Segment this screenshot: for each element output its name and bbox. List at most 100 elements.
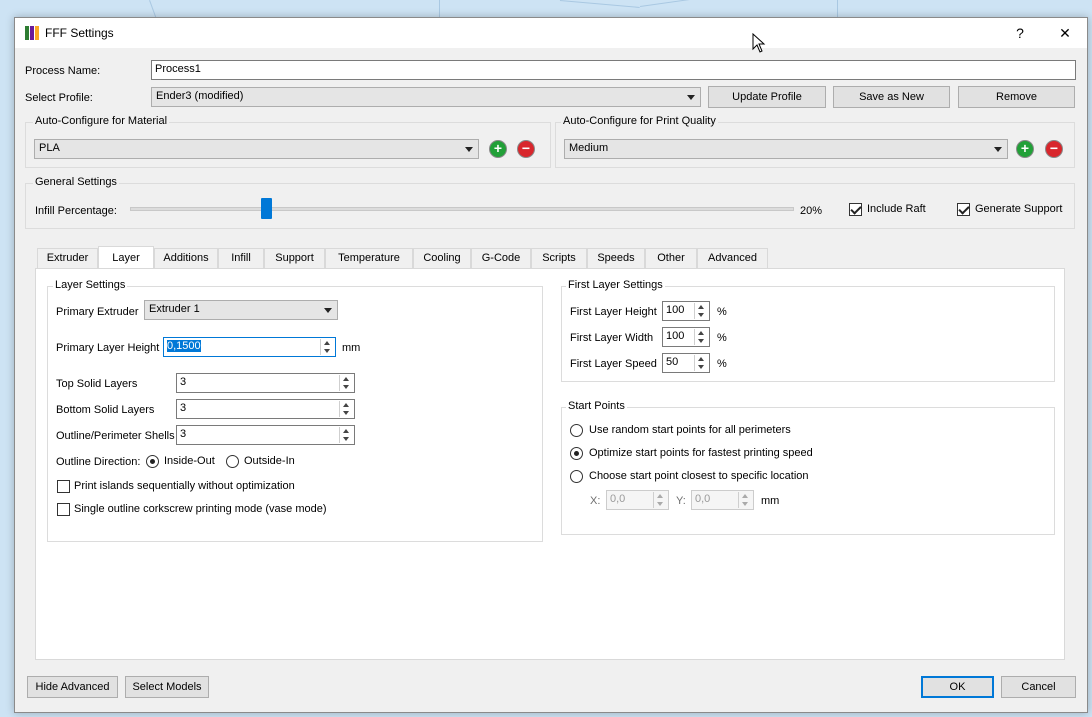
first-layer-speed-unit: % [717,358,727,370]
spin-arrows-icon[interactable] [694,329,708,345]
primary-layer-height-label: Primary Layer Height [56,342,160,354]
primary-layer-height-value[interactable]: 0,1500 [167,340,201,352]
first-layer-height-unit: % [717,306,727,318]
quality-group-title: Auto-Configure for Print Quality [561,115,718,127]
start-point-unit: mm [761,495,780,507]
tab-cooling[interactable]: Cooling [413,248,471,268]
spin-arrows-icon[interactable] [694,303,708,319]
quality-dropdown[interactable]: Medium [564,139,1008,159]
close-button[interactable]: ✕ [1045,18,1085,48]
tab-support[interactable]: Support [264,248,325,268]
tab-layer[interactable]: Layer [98,246,154,268]
spin-arrows-icon[interactable] [339,375,353,391]
primary-extruder-value: Extruder 1 [149,303,200,315]
first-layer-width-value[interactable]: 100 [666,330,684,342]
start-x-spinbox[interactable]: 0,0 [606,490,669,510]
start-y-value[interactable]: 0,0 [695,493,710,505]
start-x-label: X: [590,495,601,507]
include-raft-checkbox[interactable] [849,203,862,216]
start-y-label: Y: [676,495,686,507]
top-solid-layers-spinbox[interactable]: 3 [176,373,355,393]
title-bar[interactable]: FFF Settings ? ✕ [15,18,1087,48]
optimize-start-points-radio[interactable] [570,447,583,460]
first-layer-height-spinbox[interactable]: 100 [662,301,710,321]
bottom-solid-layers-label: Bottom Solid Layers [56,404,155,416]
outline-direction-label: Outline Direction: [56,456,141,468]
quality-value: Medium [569,142,609,154]
app-icon [25,26,39,40]
spin-arrows-icon[interactable] [320,339,334,355]
tab-other[interactable]: Other [645,248,697,268]
outline-shells-value[interactable]: 3 [180,428,186,440]
tab-temperature[interactable]: Temperature [325,248,413,268]
first-layer-height-label: First Layer Height [570,306,657,318]
select-profile-label: Select Profile: [25,92,93,104]
primary-extruder-dropdown[interactable]: Extruder 1 [144,300,338,320]
tab-advanced[interactable]: Advanced [697,248,768,268]
chevron-down-icon [465,147,473,152]
first-layer-width-label: First Layer Width [570,332,654,344]
outline-shells-spinbox[interactable]: 3 [176,425,355,445]
chevron-down-icon [324,308,332,313]
remove-quality-icon[interactable]: − [1045,140,1063,158]
inside-out-radio[interactable] [146,455,159,468]
outside-in-radio[interactable] [226,455,239,468]
first-layer-speed-spinbox[interactable]: 50 [662,353,710,373]
select-models-button[interactable]: Select Models [125,676,209,698]
first-layer-width-spinbox[interactable]: 100 [662,327,710,347]
outline-shells-label: Outline/Perimeter Shells [56,430,175,442]
ok-button[interactable]: OK [921,676,994,698]
spin-arrows-icon[interactable] [339,427,353,443]
process-name-label: Process Name: [25,65,101,77]
closest-start-point-radio[interactable] [570,470,583,483]
include-raft-label: Include Raft [867,203,926,215]
infill-slider-track[interactable] [130,207,794,211]
start-x-value[interactable]: 0,0 [610,493,625,505]
tab-additions[interactable]: Additions [154,248,218,268]
tab-scripts[interactable]: Scripts [531,248,587,268]
desktop-line [640,0,690,7]
bottom-solid-layers-spinbox[interactable]: 3 [176,399,355,419]
spin-arrows-icon[interactable] [653,492,667,508]
inside-out-label: Inside-Out [164,455,215,467]
select-profile-dropdown[interactable]: Ender3 (modified) [151,87,701,107]
top-solid-layers-label: Top Solid Layers [56,378,138,390]
optimize-start-points-label: Optimize start points for fastest printi… [589,447,813,459]
print-islands-checkbox[interactable] [57,480,70,493]
tab-infill[interactable]: Infill [218,248,264,268]
bottom-solid-layers-value[interactable]: 3 [180,402,186,414]
tab-speeds[interactable]: Speeds [587,248,645,268]
random-start-points-label: Use random start points for all perimete… [589,424,791,436]
primary-layer-height-spinbox[interactable]: 0,1500 [163,337,336,357]
spin-arrows-icon[interactable] [694,355,708,371]
add-quality-icon[interactable]: + [1016,140,1034,158]
save-as-new-button[interactable]: Save as New [833,86,950,108]
cancel-button[interactable]: Cancel [1001,676,1076,698]
tab-g-code[interactable]: G-Code [471,248,531,268]
first-layer-speed-label: First Layer Speed [570,358,657,370]
process-name-input[interactable]: Process1 [151,60,1076,80]
random-start-points-radio[interactable] [570,424,583,437]
remove-profile-button[interactable]: Remove [958,86,1075,108]
vase-mode-checkbox[interactable] [57,503,70,516]
chevron-down-icon [687,95,695,100]
first-layer-settings-title: First Layer Settings [566,279,665,291]
spin-arrows-icon[interactable] [339,401,353,417]
help-button[interactable]: ? [1000,18,1040,48]
first-layer-height-value[interactable]: 100 [666,304,684,316]
update-profile-button[interactable]: Update Profile [708,86,826,108]
hide-advanced-button[interactable]: Hide Advanced [27,676,118,698]
spin-arrows-icon[interactable] [738,492,752,508]
chevron-down-icon [994,147,1002,152]
first-layer-speed-value[interactable]: 50 [666,356,678,368]
generate-support-checkbox[interactable] [957,203,970,216]
add-material-icon[interactable]: + [489,140,507,158]
remove-material-icon[interactable]: − [517,140,535,158]
start-y-spinbox[interactable]: 0,0 [691,490,754,510]
infill-slider-handle[interactable] [260,198,272,219]
material-group-title: Auto-Configure for Material [33,115,170,127]
material-dropdown[interactable]: PLA [34,139,479,159]
tab-extruder[interactable]: Extruder [37,248,98,268]
top-solid-layers-value[interactable]: 3 [180,376,186,388]
select-profile-value: Ender3 (modified) [156,90,244,102]
